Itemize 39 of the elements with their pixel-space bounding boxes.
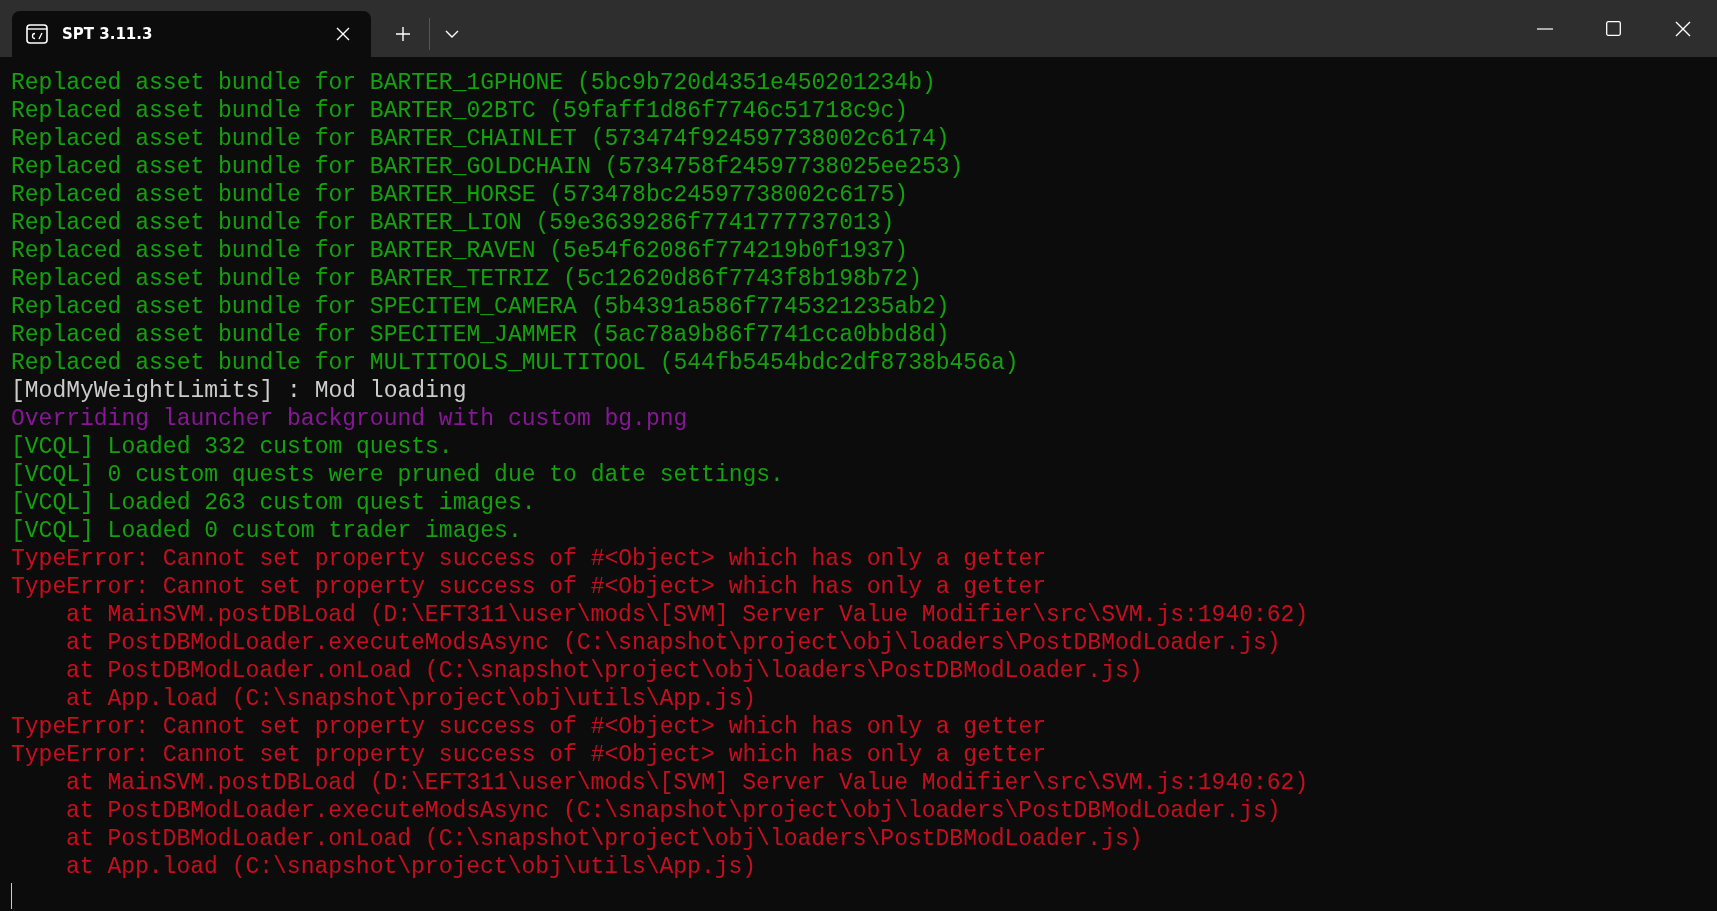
text-cursor [11,883,12,909]
caret-icon [445,30,459,38]
stack-trace-line: at PostDBModLoader.onLoad (C:\snapshot\project\obj\loaders\PostDBModLoader.js) [66,657,1143,685]
log-line: TypeError: Cannot set property success of #<Object> which has only a getter [11,573,1047,601]
log-line: Replaced asset bundle for BARTER_LION (59e3639286f7741777737013) [11,209,895,237]
log-line: Replaced asset bundle for BARTER_1GPHONE (5bc9b720d4351e450201234b) [11,69,936,97]
log-line: Replaced asset bundle for BARTER_GOLDCHAIN (5734758f24597738025ee253) [11,153,964,181]
log-line: [VCQL] Loaded 0 custom trader images. [11,517,522,545]
log-line: Replaced asset bundle for BARTER_HORSE (573478bc24597738002c6175) [11,181,909,209]
stack-trace-line: at PostDBModLoader.onLoad (C:\snapshot\project\obj\loaders\PostDBModLoader.js) [66,825,1143,853]
maximize-icon [1606,21,1621,36]
stack-trace-line: at App.load (C:\snapshot\project\obj\utils\App.js) [66,685,757,713]
tab-title: SPT 3.11.3 [62,25,154,43]
log-line: [ModMyWeightLimits] : Mod loading [11,377,467,405]
terminal-icon [26,24,48,44]
log-line: Replaced asset bundle for BARTER_CHAINLET (573474f924597738002c6174) [11,125,950,153]
terminal-tab[interactable]: SPT 3.11.3 [12,11,371,57]
stack-trace-line: at MainSVM.postDBLoad (D:\EFT311\user\mods\[SVM] Server Value Modifier\src\SVM.js:1940:62) [66,769,1309,797]
log-line: TypeError: Cannot set property success of #<Object> which has only a getter [11,545,1047,573]
plus-icon [395,26,411,42]
close-icon [1674,20,1691,37]
close-icon [336,27,350,41]
log-line: Replaced asset bundle for SPECITEM_CAMERA (5b4391a586f7745321235ab2) [11,293,950,321]
stack-trace-line: at App.load (C:\snapshot\project\obj\utils\App.js) [66,853,757,881]
log-line: [VCQL] Loaded 263 custom quest images. [11,489,536,517]
log-line: TypeError: Cannot set property success of #<Object> which has only a getter [11,713,1047,741]
minimize-icon [1536,27,1553,30]
log-line: Overriding launcher background with custom bg.png [11,405,688,433]
stack-trace-line: at PostDBModLoader.executeModsAsync (C:\snapshot\project\obj\loaders\PostDBModLoader.js) [66,629,1281,657]
log-line: Replaced asset bundle for BARTER_TETRIZ (5c12620d86f7743f8b198b72) [11,265,922,293]
log-line: Replaced asset bundle for BARTER_RAVEN (5e54f62086f774219b0f1937) [11,237,909,265]
stack-trace-line: at MainSVM.postDBLoad (D:\EFT311\user\mods\[SVM] Server Value Modifier\src\SVM.js:1940:62) [66,601,1309,629]
log-line: [VCQL] Loaded 332 custom quests. [11,433,453,461]
log-line: TypeError: Cannot set property success of #<Object> which has only a getter [11,741,1047,769]
log-line: [VCQL] 0 custom quests were pruned due to date settings. [11,461,784,489]
log-line: Replaced asset bundle for MULTITOOLS_MULTITOOL (544fb5454bdc2df8738b456a) [11,349,1019,377]
stack-trace-line: at PostDBModLoader.executeModsAsync (C:\snapshot\project\obj\loaders\PostDBModLoader.js) [66,797,1281,825]
log-line: Replaced asset bundle for SPECITEM_JAMMER (5ac78a9b86f7741cca0bbd8d) [11,321,950,349]
log-line: Replaced asset bundle for BARTER_02BTC (59faff1d86f7746c51718c9c) [11,97,909,125]
